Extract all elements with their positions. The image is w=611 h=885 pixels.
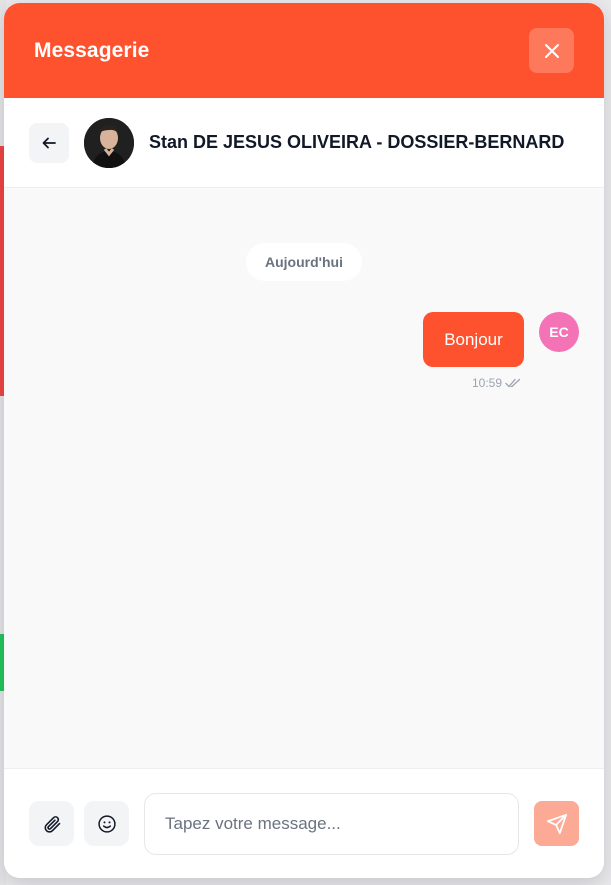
send-button[interactable] [534, 801, 579, 846]
emoji-button[interactable] [84, 801, 129, 846]
message-bubble[interactable]: Bonjour [423, 312, 524, 367]
conversation-header: Stan DE JESUS OLIVEIRA - DOSSIER-BERNARD [4, 98, 604, 188]
send-icon [546, 813, 567, 834]
double-check-icon [505, 378, 521, 388]
message-list[interactable]: Aujourd'hui Bonjour EC 10:59 [4, 188, 604, 768]
close-button[interactable] [529, 28, 574, 73]
arrow-left-icon [42, 137, 56, 148]
back-button[interactable] [29, 122, 69, 163]
paperclip-icon [43, 815, 60, 833]
message-composer [4, 768, 604, 878]
smiley-icon [97, 814, 116, 833]
message-input[interactable] [144, 792, 519, 855]
panel-title: Messagerie [34, 38, 150, 62]
messaging-panel: Messagerie Stan DE JESUS OLIVEIRA - DOSS… [4, 3, 604, 878]
attach-button[interactable] [29, 801, 74, 846]
contact-name: Stan DE JESUS OLIVEIRA - DOSSIER-BERNARD [149, 132, 565, 152]
close-icon [544, 43, 559, 58]
panel-header: Messagerie [4, 3, 604, 98]
contact-avatar [84, 117, 134, 168]
message-time: 10:59 [472, 376, 503, 390]
message-meta: 10:59 [472, 376, 521, 390]
date-separator: Aujourd'hui [246, 243, 362, 281]
sender-avatar: EC [539, 312, 579, 352]
